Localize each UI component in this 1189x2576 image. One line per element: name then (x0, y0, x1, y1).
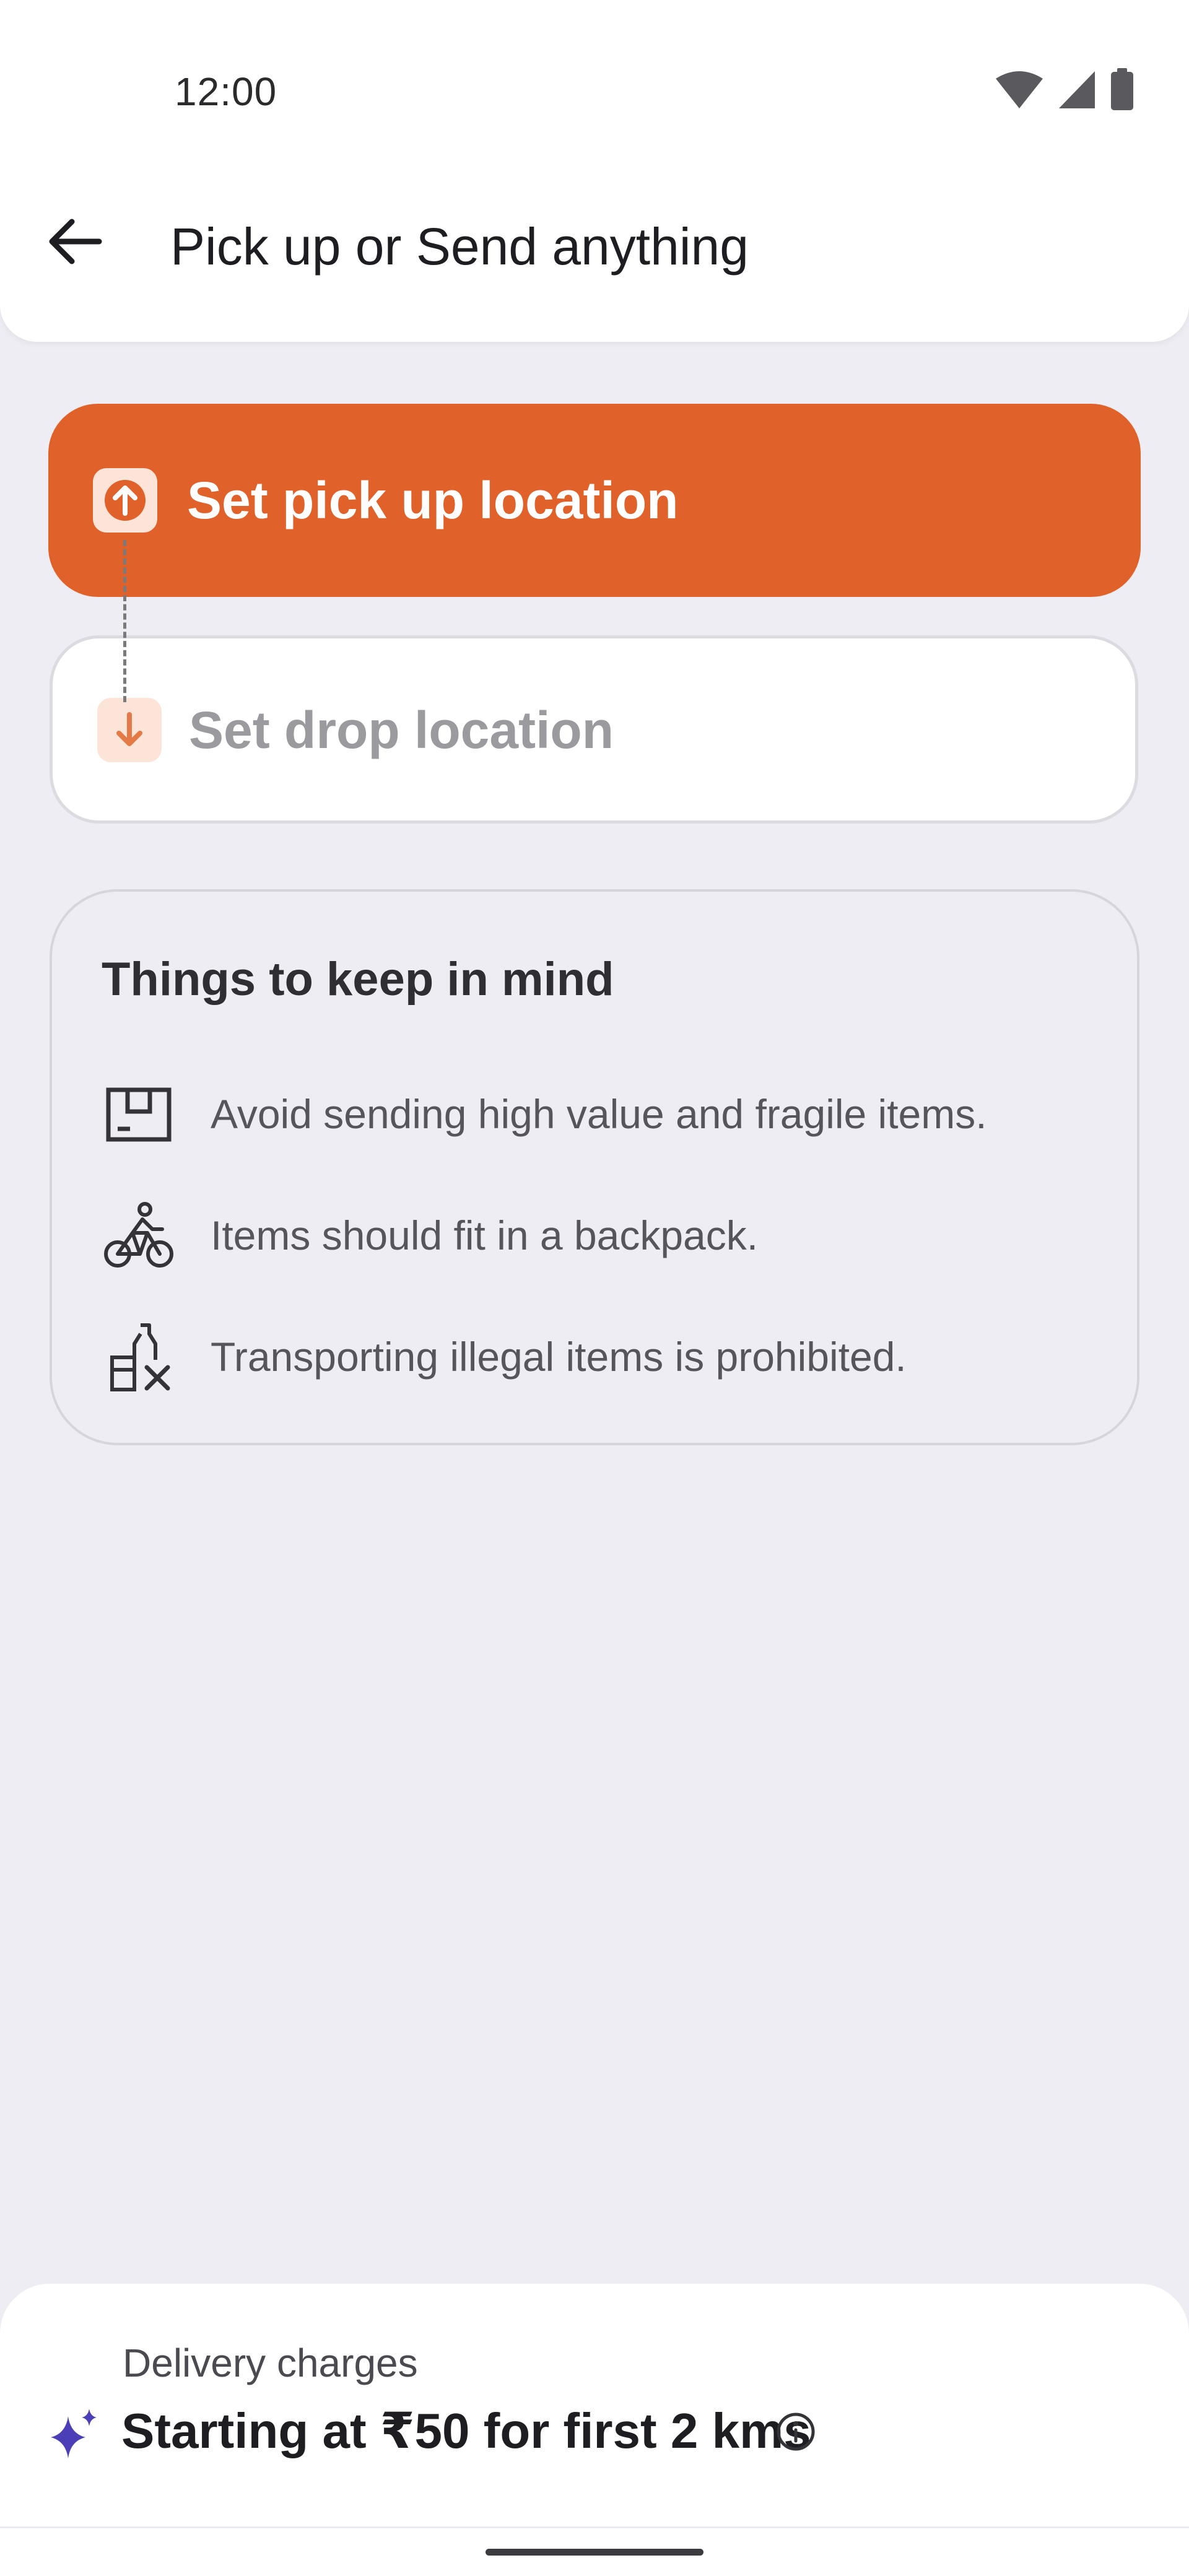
battery-icon (1111, 68, 1133, 110)
drop-icon-badge (97, 698, 162, 762)
status-time: 12:00 (175, 69, 277, 114)
back-button[interactable] (37, 204, 111, 279)
page-title: Pick up or Send anything (170, 217, 749, 276)
set-drop-location-button[interactable]: Set drop location (50, 635, 1138, 824)
guideline-item: Items should fit in a backpack. (102, 1199, 1068, 1273)
bicycle-rider-icon (102, 1199, 176, 1273)
guidelines-title: Things to keep in mind (102, 953, 614, 1006)
wifi-icon (996, 71, 1043, 108)
package-box-icon (102, 1077, 176, 1152)
home-indicator[interactable] (486, 2549, 703, 2556)
guideline-item: Avoid sending high value and fragile ite… (102, 1077, 1068, 1152)
guideline-text: Items should fit in a backpack. (211, 1212, 759, 1258)
prohibited-items-icon (102, 1320, 176, 1395)
pickup-icon-badge (93, 468, 157, 533)
guideline-text: Avoid sending high value and fragile ite… (211, 1091, 987, 1137)
drop-location-label: Set drop location (189, 701, 614, 759)
guidelines-card: Things to keep in mind Avoid sending hig… (50, 889, 1139, 1445)
arrow-up-icon (105, 480, 146, 521)
arrow-down-icon (116, 712, 142, 746)
delivery-price-text: Starting at ₹50 for first 2 kms (121, 2403, 811, 2458)
sheet-divider (0, 2526, 1189, 2528)
arrow-left-icon (49, 219, 102, 264)
info-icon[interactable] (775, 2411, 816, 2452)
status-icons (995, 68, 1135, 111)
set-pickup-location-button[interactable]: Set pick up location (48, 404, 1141, 597)
cellular-signal-icon (1059, 71, 1095, 108)
delivery-charges-sheet: Delivery charges Starting at ₹50 for fir… (0, 2284, 1189, 2576)
guideline-item: Transporting illegal items is prohibited… (102, 1320, 1068, 1395)
pickup-location-label: Set pick up location (187, 471, 679, 529)
sparkle-icon (51, 2409, 97, 2458)
top-app-header: 12:00 Pick up or Send anything (0, 0, 1189, 342)
guideline-text: Transporting illegal items is prohibited… (211, 1334, 907, 1380)
route-connector-line (123, 540, 126, 702)
delivery-charges-label: Delivery charges (123, 2341, 418, 2385)
